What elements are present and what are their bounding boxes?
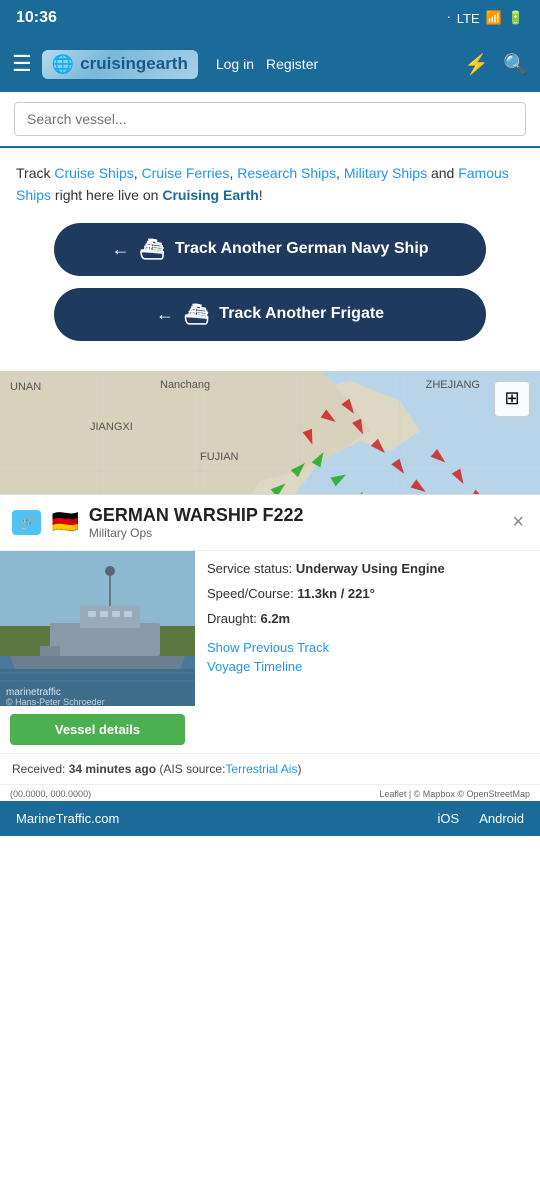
track-frigate-label: Track Another Frigate: [219, 305, 384, 323]
link-icon[interactable]: 🔗: [12, 510, 41, 535]
hamburger-icon[interactable]: ☰: [12, 51, 32, 77]
received-label: Received:: [12, 762, 69, 776]
register-link[interactable]: Register: [266, 56, 318, 72]
ais-source-link[interactable]: Terrestrial Ais: [225, 762, 297, 776]
status-time: 10:36: [16, 9, 57, 27]
service-status-row: Service status: Underway Using Engine: [207, 561, 528, 576]
logo-text: cruisingearth: [80, 54, 188, 74]
map-grid-button[interactable]: ⊞: [494, 381, 530, 417]
battery-icon: 🔋: [508, 10, 524, 26]
service-status-label: Service status:: [207, 561, 296, 576]
speed-course-row: Speed/Course: 11.3kn / 221°: [207, 586, 528, 601]
received-bar: Received: 34 minutes ago (AIS source:Ter…: [0, 753, 540, 784]
track-info-section: Track Cruise Ships, Cruise Ferries, Rese…: [0, 148, 540, 367]
track-frigate-button[interactable]: ← ⛴ Track Another Frigate: [54, 288, 486, 341]
research-ships-link[interactable]: Research Ships: [237, 165, 336, 181]
login-link[interactable]: Log in: [216, 56, 254, 72]
footer: MarineTraffic.com iOS Android: [0, 801, 540, 836]
footer-brand: MarineTraffic.com: [16, 811, 119, 826]
ship-links: Show Previous Track Voyage Timeline: [207, 636, 528, 682]
grid-icon: ⊞: [504, 388, 519, 409]
close-button[interactable]: ×: [508, 507, 528, 538]
android-link[interactable]: Android: [479, 811, 524, 826]
draught-value: 6.2m: [260, 611, 290, 626]
logo-box[interactable]: 🌐 cruisingearth: [42, 50, 198, 79]
status-bar: 10:36 ⋅ LTE 📶 🔋: [0, 0, 540, 36]
ship-flag: 🇩🇪: [51, 509, 78, 535]
service-status-value: Underway Using Engine: [296, 561, 445, 576]
back-arrow-frigate-icon: ←: [156, 304, 174, 325]
signal-icon: 📶: [486, 10, 502, 26]
track-navy-label: Track Another German Navy Ship: [175, 240, 429, 258]
speed-course-value: 11.3kn / 221°: [297, 586, 374, 601]
logo-globe-icon: 🌐: [52, 54, 74, 75]
ship-subtitle: Military Ops: [89, 526, 498, 540]
ship-name-col: GERMAN WARSHIP F222 Military Ops: [89, 505, 498, 540]
footer-links: iOS Android: [438, 811, 524, 826]
ais-source-suffix: ): [297, 762, 301, 776]
received-time: 34 minutes ago: [69, 762, 156, 776]
vessel-details-button[interactable]: Vessel details: [10, 714, 185, 745]
ship-name: GERMAN WARSHIP F222: [89, 505, 498, 526]
coords-label: (00.0000, 000.0000): [10, 789, 91, 799]
search-icon[interactable]: 🔍: [503, 52, 528, 77]
map-bottom-bar: (00.0000, 000.0000) Leaflet | © Mapbox ©…: [0, 784, 540, 801]
ship-image: marinetraffic © Hans-Peter Schroeder: [0, 551, 195, 706]
ship-image-col: marinetraffic © Hans-Peter Schroeder Ves…: [0, 551, 195, 753]
search-section: [0, 92, 540, 148]
bluetooth-icon: ⋅: [447, 10, 451, 26]
voyage-timeline-link[interactable]: Voyage Timeline: [207, 659, 528, 674]
speed-course-label: Speed/Course:: [207, 586, 297, 601]
ship-stats: Service status: Underway Using Engine Sp…: [195, 551, 540, 753]
status-icons: ⋅ LTE 📶 🔋: [447, 10, 524, 26]
cruise-ships-link[interactable]: Cruise Ships: [54, 165, 133, 181]
draught-row: Draught: 6.2m: [207, 611, 528, 626]
ais-source-prefix: (AIS source:: [156, 762, 225, 776]
back-arrow-icon: ←: [111, 239, 129, 260]
draught-label: Draught:: [207, 611, 260, 626]
ship-icon: ⛴: [139, 237, 164, 262]
attribution-label: Leaflet | © Mapbox © OpenStreetMap: [379, 789, 530, 799]
map-container[interactable]: UNAN Nanchang ZHEJIANG JIANGXI FUJIAN GU…: [0, 371, 540, 801]
ship-panel-header: 🔗 🇩🇪 GERMAN WARSHIP F222 Military Ops ×: [0, 495, 540, 551]
search-input[interactable]: [14, 102, 526, 136]
nav-right: ⚡ 🔍: [464, 52, 528, 77]
military-ships-link[interactable]: Military Ships: [344, 165, 427, 181]
frigate-ship-icon: ⛴: [184, 302, 209, 327]
show-previous-track-link[interactable]: Show Previous Track: [207, 640, 528, 655]
brand-name: Cruising Earth: [162, 187, 258, 203]
nav-links: Log in Register: [216, 56, 318, 72]
lte-label: LTE: [457, 11, 480, 26]
ship-photo-svg: [0, 551, 195, 706]
cruise-ferries-link[interactable]: Cruise Ferries: [142, 165, 230, 181]
lightning-icon[interactable]: ⚡: [464, 52, 489, 77]
navbar: ☰ 🌐 cruisingearth Log in Register ⚡ 🔍: [0, 36, 540, 92]
image-credit: © Hans-Peter Schroeder: [6, 697, 105, 706]
ship-details: marinetraffic © Hans-Peter Schroeder Ves…: [0, 551, 540, 753]
track-navy-button[interactable]: ← ⛴ Track Another German Navy Ship: [54, 223, 486, 276]
track-text: Track Cruise Ships, Cruise Ferries, Rese…: [16, 162, 524, 207]
ios-link[interactable]: iOS: [438, 811, 460, 826]
ship-panel: 🔗 🇩🇪 GERMAN WARSHIP F222 Military Ops ×: [0, 494, 540, 801]
